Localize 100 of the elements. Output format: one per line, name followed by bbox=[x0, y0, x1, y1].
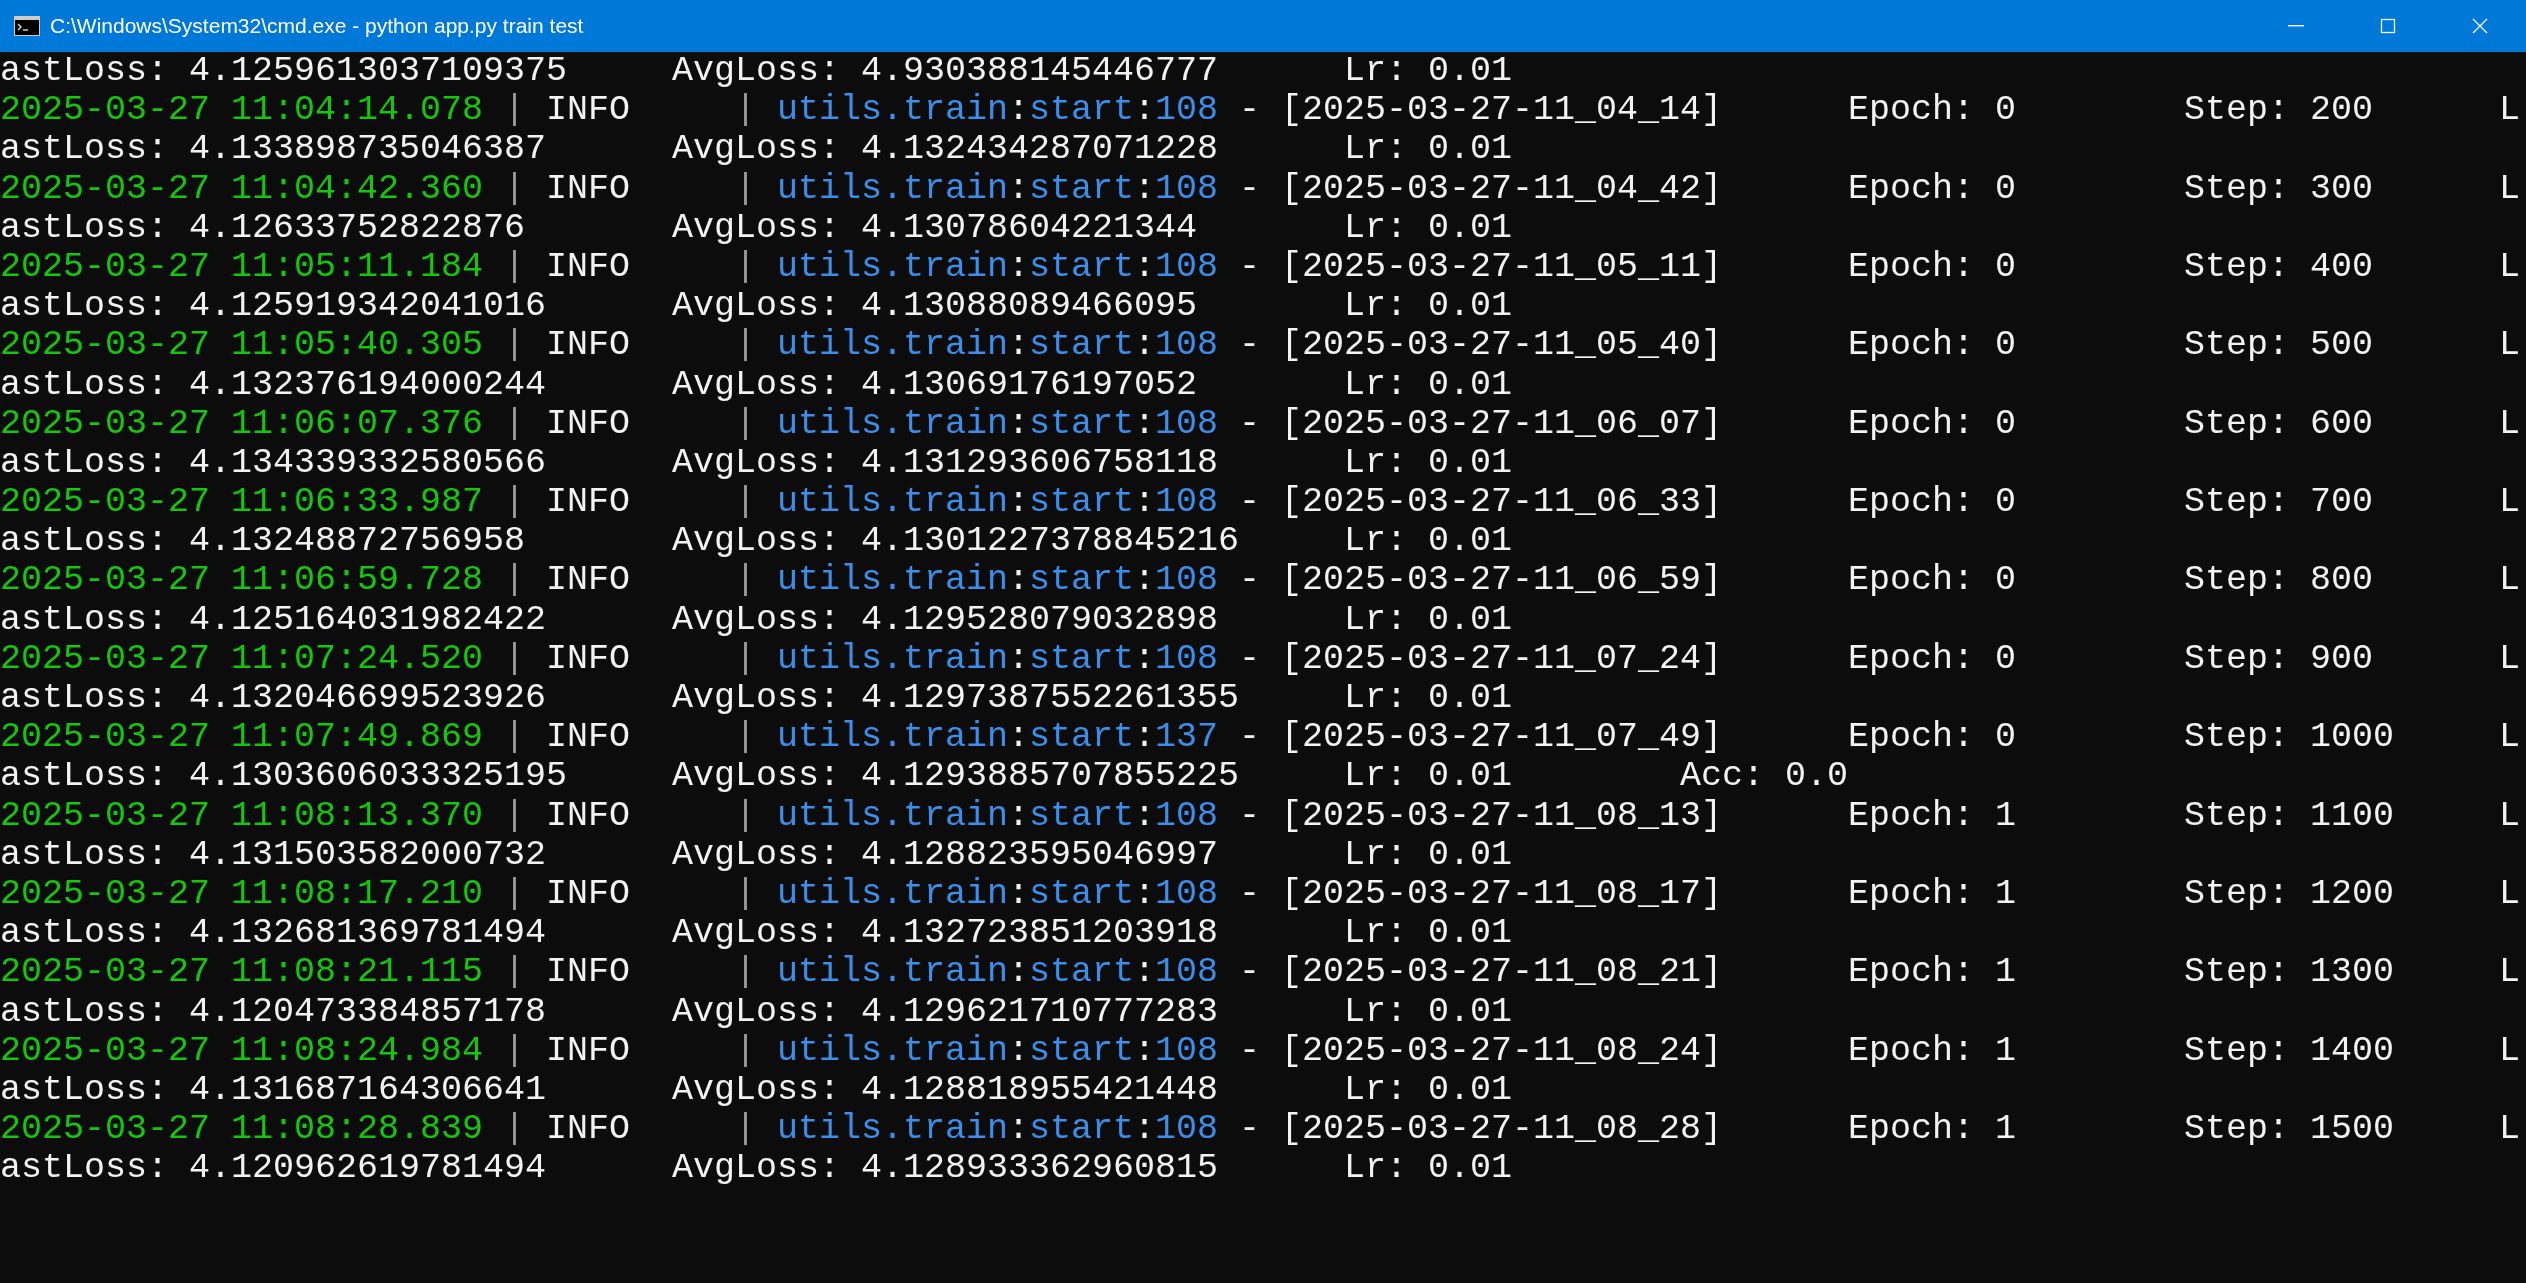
line-number: 108 bbox=[1155, 91, 1218, 131]
separator: : bbox=[1008, 796, 1029, 836]
separator: : bbox=[1134, 953, 1155, 993]
module-name: utils.train bbox=[777, 404, 1008, 444]
log-text: AvgLoss: 4.128818955421448 bbox=[672, 1070, 1218, 1111]
log-text: Lr: 0.01 bbox=[1344, 522, 1512, 562]
separator: : bbox=[1134, 639, 1155, 679]
separator: : bbox=[1008, 1110, 1029, 1150]
separator: | bbox=[504, 1110, 525, 1150]
maximize-icon bbox=[2379, 17, 2397, 35]
log-text: Step: 1500 bbox=[2184, 1110, 2394, 1150]
log-text: [2025-03-27-11_08_17] bbox=[1281, 874, 1722, 915]
separator: | bbox=[504, 326, 525, 366]
log-text: astLoss: 4.132376194000244 bbox=[0, 365, 546, 405]
function-name: start bbox=[1029, 1110, 1134, 1150]
separator: - bbox=[1239, 874, 1260, 915]
separator: | bbox=[504, 874, 525, 915]
log-text: AvgLoss: 4.1293885707855225 bbox=[672, 757, 1239, 797]
log-text: L bbox=[2499, 247, 2520, 288]
log-text: L bbox=[2499, 326, 2520, 366]
separator: | bbox=[504, 718, 525, 758]
function-name: start bbox=[1029, 874, 1134, 915]
log-text: Lr: 0.01 bbox=[1344, 757, 1512, 797]
log-text: Epoch: 0 bbox=[1848, 247, 2016, 288]
log-text: astLoss: 4.120962619781494 bbox=[0, 1149, 546, 1189]
log-timestamp: 2025-03-27 11:08:21.115 bbox=[0, 953, 483, 993]
separator: - bbox=[1239, 953, 1260, 993]
log-text: L bbox=[2499, 169, 2520, 209]
log-text: AvgLoss: 4.132434287071228 bbox=[672, 130, 1218, 170]
log-text: AvgLoss: 4.128933362960815 bbox=[672, 1149, 1218, 1189]
function-name: start bbox=[1029, 639, 1134, 679]
log-timestamp: 2025-03-27 11:08:24.984 bbox=[0, 1031, 483, 1071]
log-text: AvgLoss: 4.930388145446777 bbox=[672, 52, 1218, 92]
module-name: utils.train bbox=[777, 796, 1008, 836]
line-number: 137 bbox=[1155, 718, 1218, 758]
line-number: 108 bbox=[1155, 1031, 1218, 1071]
separator: : bbox=[1134, 1110, 1155, 1150]
separator: - bbox=[1239, 169, 1260, 209]
log-level: INFO bbox=[546, 561, 630, 601]
separator: : bbox=[1008, 91, 1029, 131]
separator: | bbox=[735, 483, 756, 523]
log-level: INFO bbox=[546, 404, 630, 444]
log-text: Lr: 0.01 bbox=[1344, 365, 1512, 405]
log-text: Step: 600 bbox=[2184, 404, 2373, 444]
log-text: Step: 1300 bbox=[2184, 953, 2394, 993]
line-number: 108 bbox=[1155, 247, 1218, 288]
log-text: Step: 200 bbox=[2184, 91, 2373, 131]
line-number: 108 bbox=[1155, 169, 1218, 209]
separator: - bbox=[1239, 404, 1260, 444]
log-text: AvgLoss: 4.13078604221344 bbox=[672, 208, 1197, 248]
log-text: [2025-03-27-11_06_07] bbox=[1281, 404, 1722, 444]
separator: : bbox=[1134, 483, 1155, 523]
separator: - bbox=[1239, 483, 1260, 523]
log-level: INFO bbox=[546, 874, 630, 915]
log-level: INFO bbox=[546, 91, 630, 131]
separator: : bbox=[1134, 247, 1155, 288]
module-name: utils.train bbox=[777, 91, 1008, 131]
log-text: Step: 1400 bbox=[2184, 1031, 2394, 1071]
log-text: astLoss: 4.125164031982422 bbox=[0, 600, 546, 640]
log-text: Epoch: 1 bbox=[1848, 1110, 2016, 1150]
log-level: INFO bbox=[546, 247, 630, 288]
log-text: L bbox=[2499, 1031, 2520, 1071]
log-text: AvgLoss: 4.1301227378845216 bbox=[672, 522, 1239, 562]
log-text: AvgLoss: 4.13069176197052 bbox=[672, 365, 1197, 405]
separator: - bbox=[1239, 561, 1260, 601]
log-text: AvgLoss: 4.131293606758118 bbox=[672, 443, 1218, 484]
log-text: Lr: 0.01 bbox=[1344, 679, 1512, 719]
separator: : bbox=[1134, 718, 1155, 758]
separator: : bbox=[1008, 326, 1029, 366]
log-text: astLoss: 4.131687164306641 bbox=[0, 1070, 546, 1111]
separator: | bbox=[735, 561, 756, 601]
function-name: start bbox=[1029, 326, 1134, 366]
log-text: astLoss: 4.131503582000732 bbox=[0, 835, 546, 875]
log-text: Lr: 0.01 bbox=[1344, 835, 1512, 875]
log-timestamp: 2025-03-27 11:06:59.728 bbox=[0, 561, 483, 601]
separator: | bbox=[735, 169, 756, 209]
minimize-icon bbox=[2288, 25, 2304, 27]
log-timestamp: 2025-03-27 11:08:17.210 bbox=[0, 874, 483, 915]
separator: : bbox=[1008, 718, 1029, 758]
separator: : bbox=[1134, 91, 1155, 131]
function-name: start bbox=[1029, 718, 1134, 758]
log-text: Acc: 0.0 bbox=[1680, 757, 1848, 797]
log-text: Epoch: 0 bbox=[1848, 91, 2016, 131]
line-number: 108 bbox=[1155, 483, 1218, 523]
log-text: L bbox=[2499, 874, 2520, 915]
module-name: utils.train bbox=[777, 326, 1008, 366]
log-level: INFO bbox=[546, 953, 630, 993]
log-text: AvgLoss: 4.129528079032898 bbox=[672, 600, 1218, 640]
separator: - bbox=[1239, 796, 1260, 836]
log-text: astLoss: 4.13248872756958 bbox=[0, 522, 525, 562]
log-timestamp: 2025-03-27 11:04:14.078 bbox=[0, 91, 483, 131]
module-name: utils.train bbox=[777, 561, 1008, 601]
separator: : bbox=[1008, 404, 1029, 444]
log-text: astLoss: 4.125919342041016 bbox=[0, 287, 546, 327]
log-text: [2025-03-27-11_06_59] bbox=[1281, 561, 1722, 601]
log-text: Lr: 0.01 bbox=[1344, 52, 1512, 92]
log-text: AvgLoss: 4.129621710777283 bbox=[672, 992, 1218, 1032]
separator: : bbox=[1008, 561, 1029, 601]
log-text: Epoch: 0 bbox=[1848, 483, 2016, 523]
separator: - bbox=[1239, 1031, 1260, 1071]
